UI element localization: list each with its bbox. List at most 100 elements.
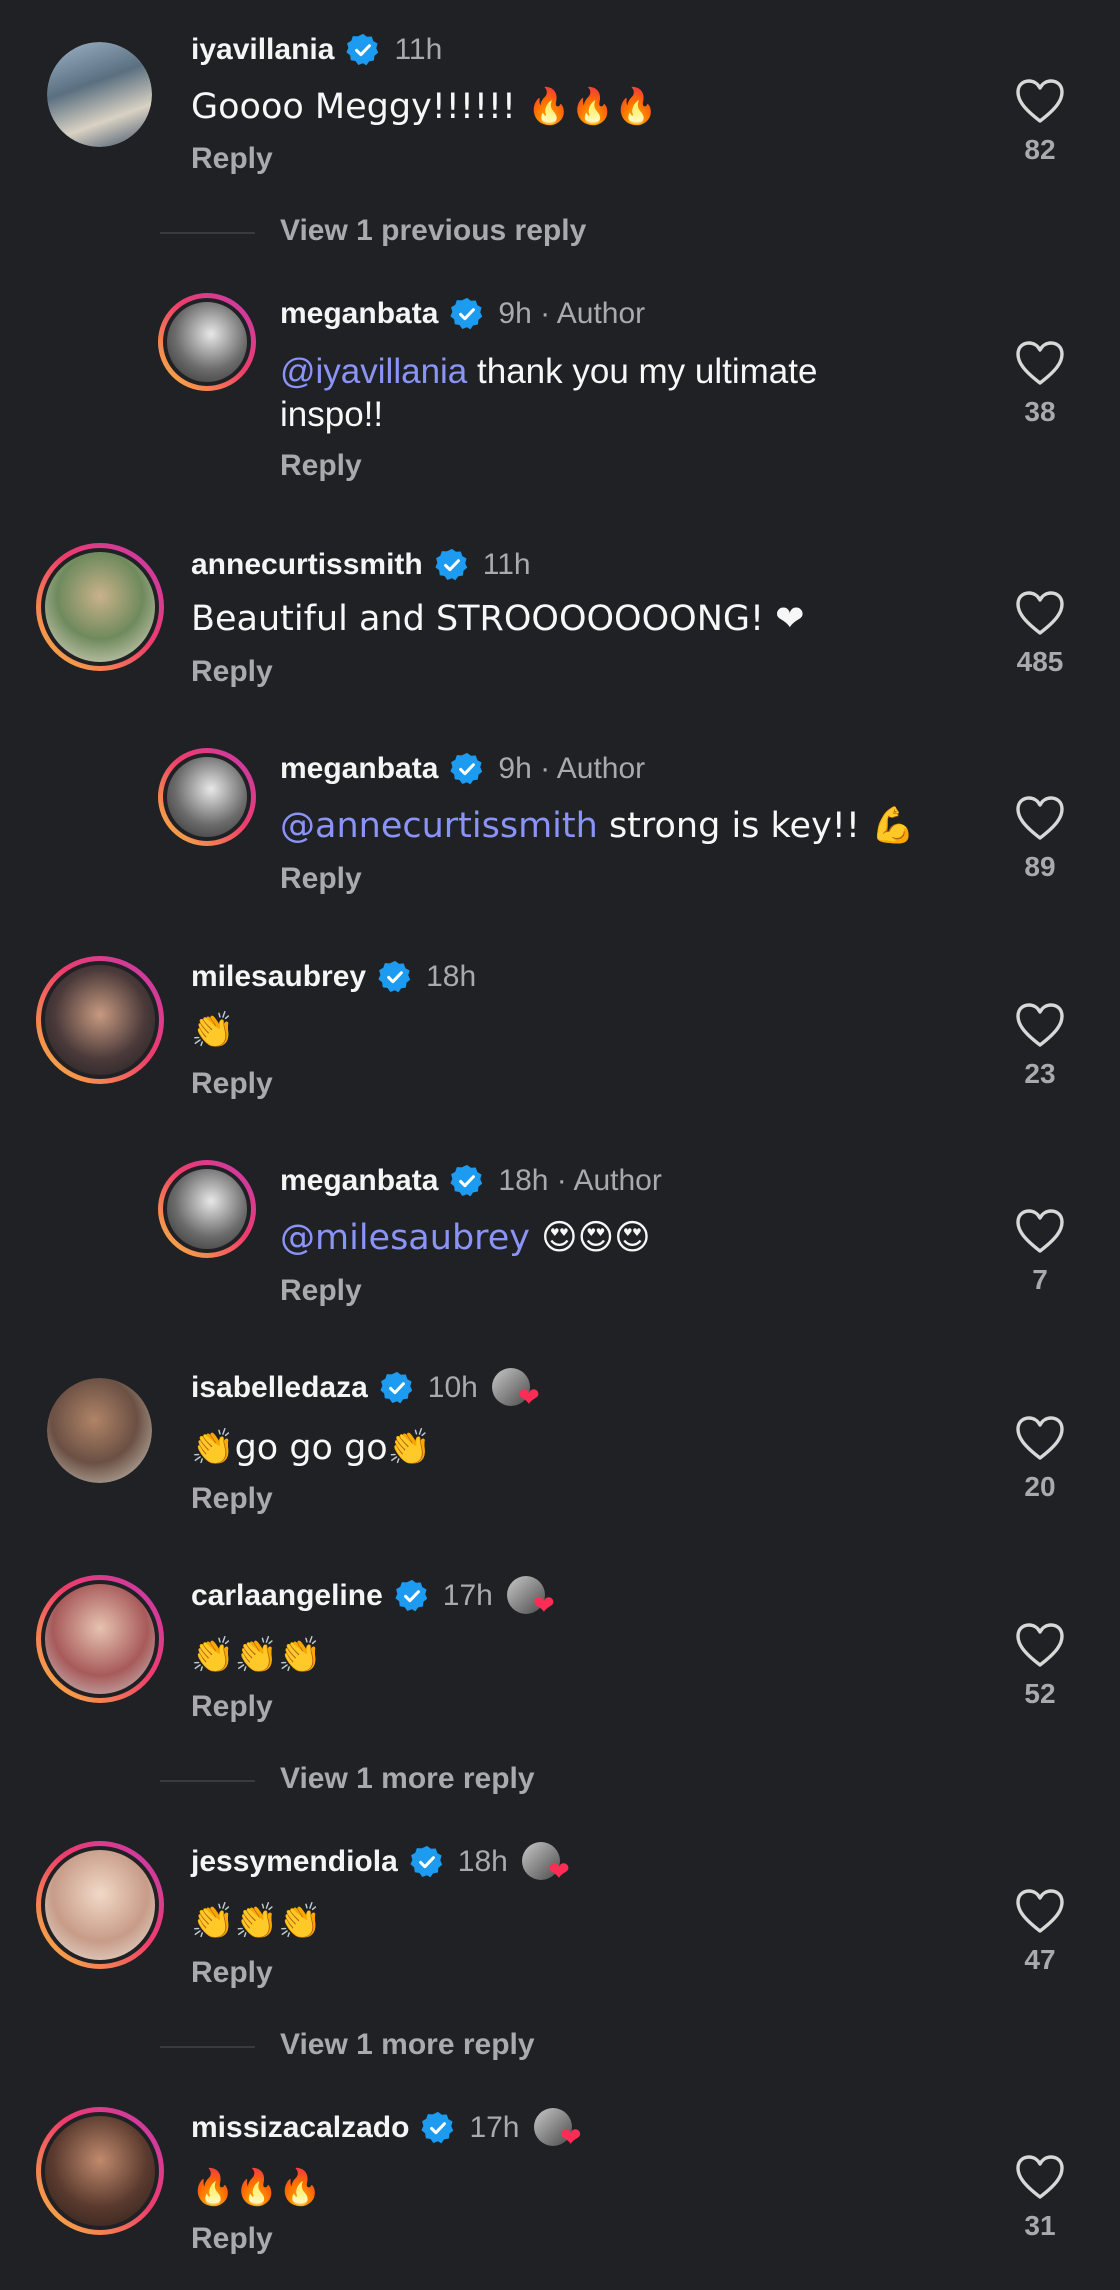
avatar[interactable]: [36, 1575, 164, 1703]
username[interactable]: milesaubrey: [191, 960, 366, 994]
liked-by-author-icon: ❤: [506, 1574, 555, 1618]
comment-text: 👏go go go👏: [191, 1428, 432, 1468]
verified-badge-icon: [450, 752, 484, 786]
reply-button[interactable]: Reply: [191, 1690, 273, 1724]
username[interactable]: jessymendiola: [191, 1845, 398, 1879]
reply-button[interactable]: Reply: [191, 1482, 273, 1516]
timestamp: 18h: [457, 1845, 508, 1878]
reply-button[interactable]: Reply: [191, 2222, 273, 2256]
verified-badge-icon: [450, 297, 484, 331]
view-more-reply-button[interactable]: View 1 more reply: [280, 2028, 535, 2062]
timestamp: 18h · Author: [498, 1164, 662, 1197]
verified-badge-icon: [410, 1845, 444, 1879]
heart-icon[interactable]: [1015, 1888, 1065, 1934]
username[interactable]: annecurtissmith: [191, 548, 423, 582]
verified-badge-icon: [421, 2111, 455, 2145]
reply-button[interactable]: Reply: [280, 1274, 362, 1308]
verified-badge-icon: [346, 33, 380, 67]
timestamp: 18h: [426, 960, 477, 993]
username[interactable]: meganbata: [280, 752, 438, 786]
comment-text: 👏👏👏: [191, 1636, 322, 1676]
timestamp: 9h · Author: [498, 752, 646, 785]
timestamp: 17h: [442, 1579, 493, 1612]
like-button[interactable]: 23: [1000, 1002, 1080, 1090]
username[interactable]: meganbata: [280, 297, 438, 331]
heart-icon[interactable]: [1015, 795, 1065, 841]
like-button[interactable]: 485: [1000, 590, 1080, 678]
reply-button[interactable]: Reply: [191, 1956, 273, 1990]
avatar[interactable]: [158, 748, 256, 846]
reply-button[interactable]: Reply: [280, 449, 362, 483]
avatar[interactable]: [36, 1841, 164, 1969]
timestamp: 10h: [427, 1371, 478, 1404]
avatar[interactable]: [47, 1378, 152, 1483]
verified-badge-icon: [378, 960, 412, 994]
view-replies-divider: [160, 232, 255, 234]
avatar[interactable]: [36, 543, 164, 671]
avatar[interactable]: [36, 956, 164, 1084]
like-count: 485: [1016, 646, 1064, 677]
like-count: 89: [1024, 851, 1056, 882]
verified-badge-icon: [450, 1164, 484, 1198]
liked-by-author-icon: ❤: [533, 2106, 582, 2150]
avatar[interactable]: [158, 293, 256, 391]
reply-button[interactable]: Reply: [191, 655, 273, 689]
username[interactable]: isabelledaza: [191, 1371, 368, 1405]
reply-button[interactable]: Reply: [191, 142, 273, 176]
like-count: 7: [1032, 1264, 1048, 1295]
timestamp: 9h · Author: [498, 297, 646, 330]
comment-text: 🔥🔥🔥: [191, 2168, 322, 2208]
username[interactable]: meganbata: [280, 1164, 438, 1198]
reply-button[interactable]: Reply: [191, 1067, 273, 1101]
like-count: 23: [1024, 1058, 1056, 1089]
like-button[interactable]: 82: [1000, 78, 1080, 166]
liked-by-author-icon: ❤: [521, 1840, 570, 1884]
heart-icon[interactable]: [1015, 2154, 1065, 2200]
like-count: 82: [1024, 134, 1056, 165]
like-count: 31: [1024, 2210, 1056, 2241]
heart-icon[interactable]: [1015, 78, 1065, 124]
comment-text: 👏👏👏: [191, 1902, 322, 1942]
comment-text: @iyavillania thank you my ultimate inspo…: [280, 352, 818, 434]
view-replies-divider: [160, 1780, 255, 1782]
comment-text: @annecurtissmith strong is key!! 💪: [280, 806, 915, 846]
like-button[interactable]: 38: [1000, 340, 1080, 428]
username[interactable]: carlaangeline: [191, 1579, 383, 1613]
avatar[interactable]: [158, 1160, 256, 1258]
username[interactable]: iyavillania: [191, 33, 334, 67]
liked-by-author-icon: ❤: [491, 1366, 540, 1410]
avatar[interactable]: [36, 2107, 164, 2235]
verified-badge-icon: [380, 1371, 414, 1405]
like-count: 52: [1024, 1678, 1056, 1709]
heart-icon[interactable]: [1015, 590, 1065, 636]
like-button[interactable]: 20: [1000, 1415, 1080, 1503]
view-previous-reply-button[interactable]: View 1 previous reply: [280, 214, 586, 248]
timestamp: 11h: [394, 33, 443, 66]
comment-text: @milesaubrey 😍😍😍: [280, 1218, 651, 1258]
view-replies-divider: [160, 2046, 255, 2048]
verified-badge-icon: [395, 1579, 429, 1613]
mention-link[interactable]: @iyavillania: [280, 352, 467, 391]
like-button[interactable]: 47: [1000, 1888, 1080, 1976]
reply-button[interactable]: Reply: [280, 862, 362, 896]
like-button[interactable]: 31: [1000, 2154, 1080, 2242]
heart-icon[interactable]: [1015, 1622, 1065, 1668]
mention-link[interactable]: @annecurtissmith: [280, 806, 598, 846]
heart-icon[interactable]: [1015, 340, 1065, 386]
comment-text: 👏: [191, 1011, 235, 1051]
timestamp: 17h: [469, 2111, 520, 2144]
like-count: 38: [1024, 396, 1056, 427]
heart-icon[interactable]: [1015, 1002, 1065, 1048]
like-button[interactable]: 7: [1000, 1208, 1080, 1296]
timestamp: 11h: [482, 548, 531, 581]
heart-icon[interactable]: [1015, 1208, 1065, 1254]
heart-icon[interactable]: [1015, 1415, 1065, 1461]
view-more-reply-button[interactable]: View 1 more reply: [280, 1762, 535, 1796]
mention-link[interactable]: @milesaubrey: [280, 1218, 530, 1258]
like-button[interactable]: 89: [1000, 795, 1080, 883]
like-button[interactable]: 52: [1000, 1622, 1080, 1710]
avatar[interactable]: [47, 42, 152, 147]
like-count: 47: [1024, 1944, 1056, 1975]
username[interactable]: missizacalzado: [191, 2111, 409, 2145]
verified-badge-icon: [435, 548, 469, 582]
